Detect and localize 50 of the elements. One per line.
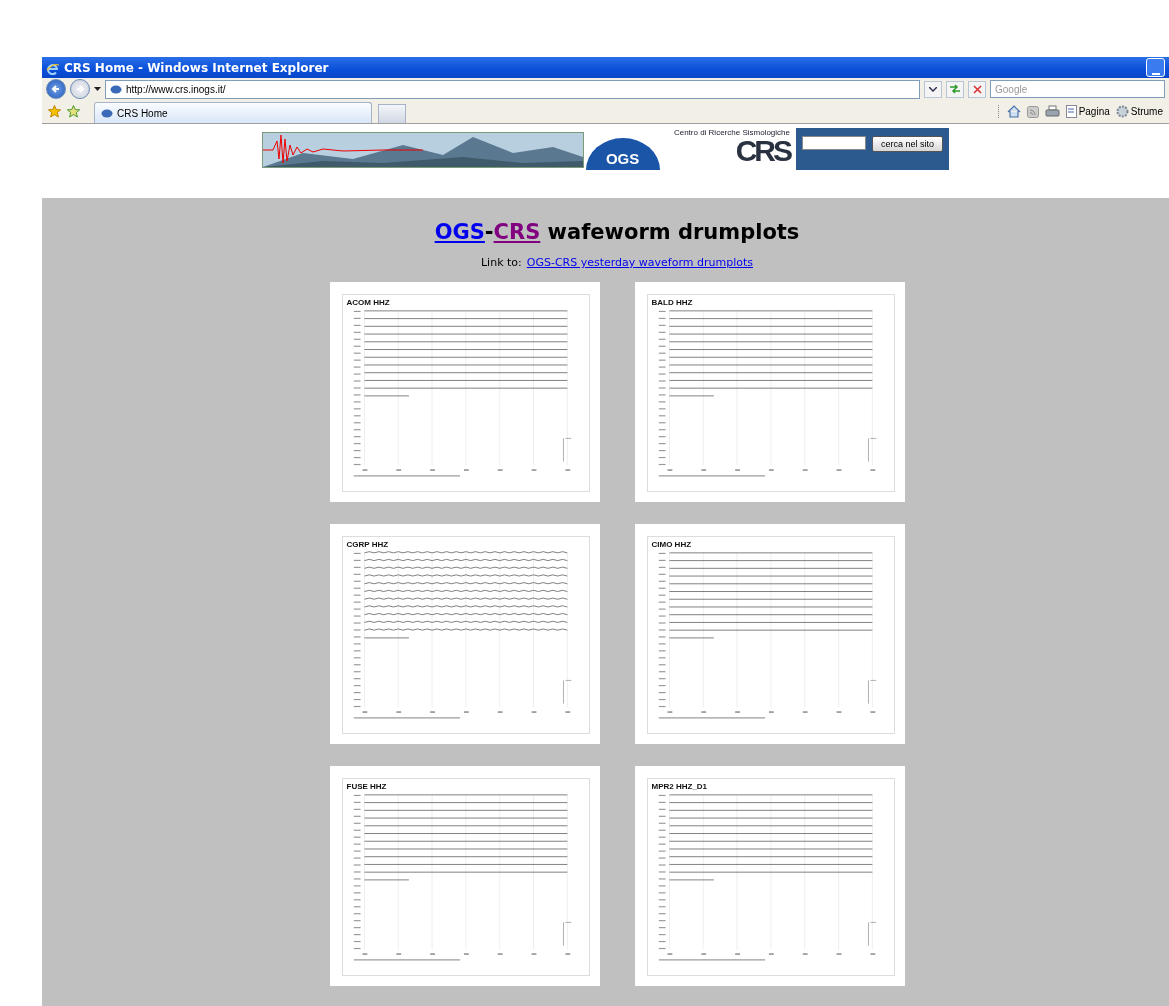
search-field[interactable]: Google: [990, 80, 1165, 98]
site-search-field[interactable]: [801, 136, 866, 150]
search-button[interactable]: cerca nel sito: [871, 136, 943, 152]
plot-title: FUSE HHZ: [346, 782, 388, 791]
caret-icon: [94, 87, 101, 91]
minimize-icon: [1151, 70, 1160, 76]
left-arrow-icon: [51, 84, 61, 94]
drumplot-card[interactable]: CIMO HHZ: [634, 524, 905, 744]
plot-title: MPR2 HHZ_D1: [651, 782, 709, 791]
gear-icon: [1115, 105, 1129, 118]
refresh-arrows-icon: [949, 84, 961, 94]
address-field[interactable]: http://www.crs.inogs.it/: [105, 79, 920, 99]
plot-title: CIMO HHZ: [651, 540, 693, 549]
star-icon: [48, 105, 61, 118]
chevron-down-icon: [929, 86, 937, 92]
heading-text: wafeworm drumplots: [547, 220, 800, 244]
link-label: Link to:: [481, 256, 522, 269]
close-icon: [972, 84, 982, 94]
tools-menu[interactable]: Strume: [1115, 105, 1163, 118]
crs-logo: CRS: [735, 137, 790, 165]
heading-link[interactable]: OGS: [434, 220, 485, 244]
drumplot-card[interactable]: FUSE HHZ: [329, 766, 600, 986]
feed-icon: [1026, 105, 1039, 118]
dropdown-button[interactable]: [924, 80, 942, 98]
page-menu[interactable]: Pagina: [1065, 105, 1110, 118]
plot-title: BALD HHZ: [651, 298, 694, 307]
minimize-button[interactable]: [1146, 58, 1165, 77]
right-arrow-icon: [75, 84, 85, 94]
drumplot-card[interactable]: ACOM HHZ: [329, 282, 600, 502]
yesterday-drumplots-link[interactable]: OGS-CRS yesterday waveform drumplots: [526, 256, 753, 269]
drumplot-card[interactable]: MPR2 HHZ_D1: [634, 766, 905, 986]
drumplot-card[interactable]: BALD HHZ: [634, 282, 905, 502]
add-star-icon: [67, 105, 80, 118]
drumplot-card[interactable]: CGRP HHZ: [329, 524, 600, 744]
printer-icon: [1044, 105, 1060, 118]
page-icon: [1065, 105, 1077, 118]
plot-title: CGRP HHZ: [346, 540, 390, 549]
plot-title: ACOM HHZ: [346, 298, 391, 307]
back-button[interactable]: [46, 79, 66, 99]
browser-tab[interactable]: CRS Home: [94, 102, 372, 123]
forward-button[interactable]: [70, 79, 90, 99]
house-icon: [1006, 105, 1021, 118]
heading-link[interactable]: CRS: [493, 220, 541, 244]
print-button[interactable]: [1044, 105, 1060, 118]
tagline: Centro di Ricerche Sismologiche: [673, 128, 790, 137]
home-button[interactable]: [1006, 105, 1021, 118]
feeds-button[interactable]: [1026, 105, 1039, 118]
window-title: CRS Home - Windows Internet Explorer: [64, 60, 330, 75]
stop-button[interactable]: [968, 80, 986, 98]
heading-separator: -: [484, 220, 494, 244]
